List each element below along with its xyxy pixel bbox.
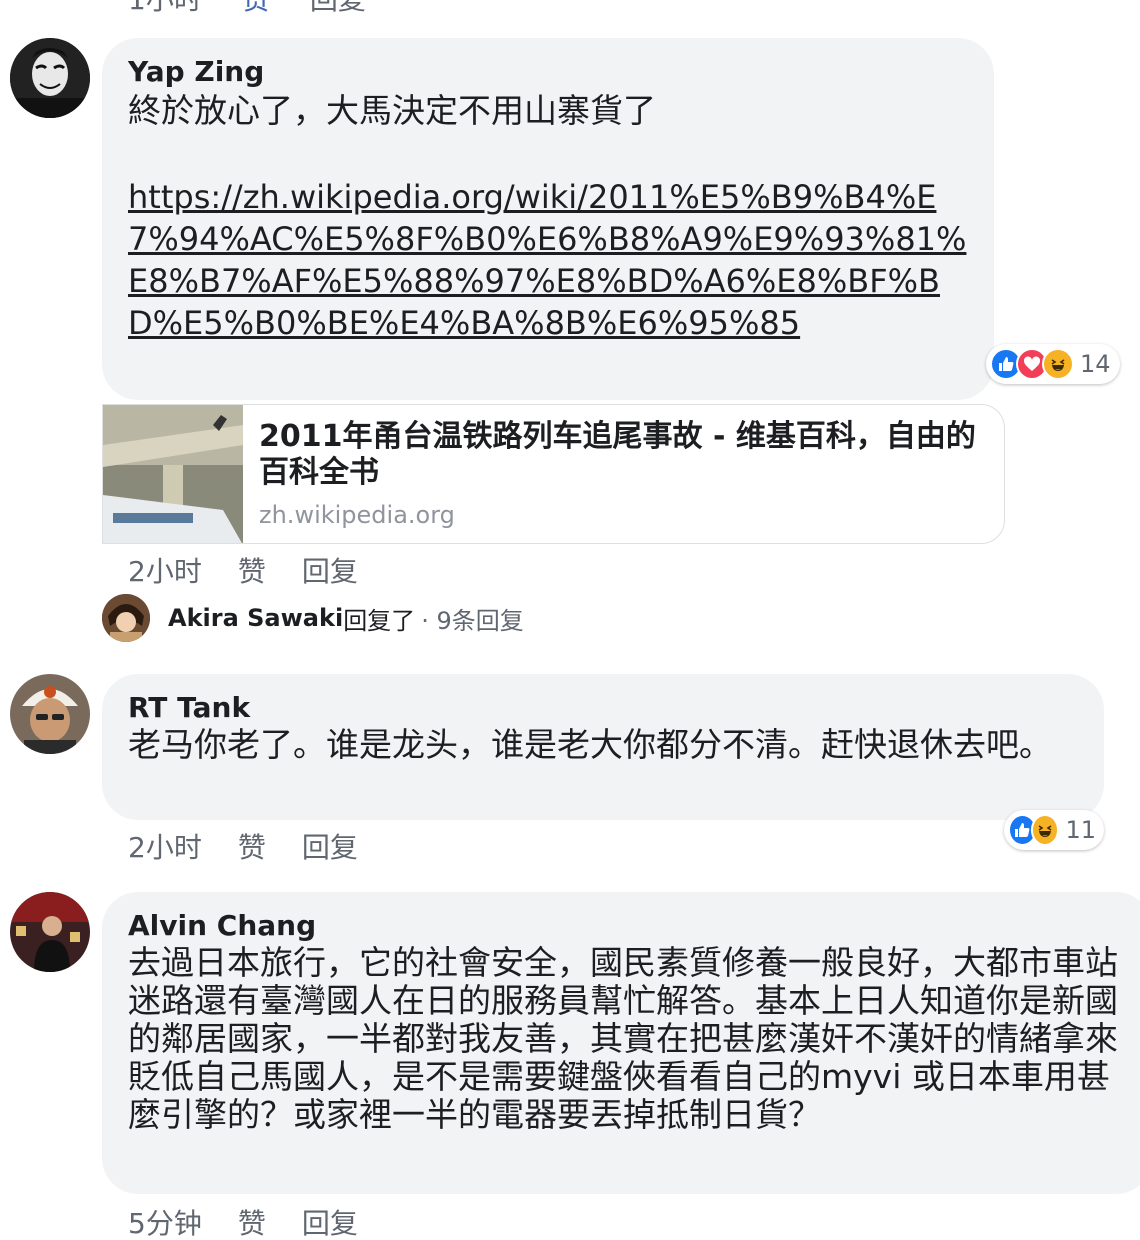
avatar[interactable]	[10, 38, 90, 118]
comment-actions: 2小时 赞 回复	[128, 550, 358, 590]
reaction-summary[interactable]: 11	[1004, 810, 1104, 850]
avatar-mask-image	[10, 38, 90, 118]
link-preview-domain: zh.wikipedia.org	[259, 501, 455, 529]
previous-reply-button[interactable]: 回复	[310, 0, 366, 18]
comment-text: 終於放心了，大馬決定不用山寨貨了	[128, 91, 656, 130]
comment-actions: 5分钟 赞 回复	[128, 1202, 358, 1240]
reply-button[interactable]: 回复	[302, 1202, 358, 1240]
reply-button[interactable]: 回复	[302, 550, 358, 590]
previous-comment-time: 1小时	[128, 0, 202, 18]
reaction-count: 11	[1065, 816, 1096, 844]
reply-verb: 回复了	[343, 606, 416, 635]
reaction-count: 14	[1080, 350, 1111, 378]
comment-time[interactable]: 5分钟	[128, 1202, 202, 1240]
comment-time[interactable]: 2小时	[128, 826, 202, 866]
reply-button[interactable]: 回复	[302, 826, 358, 866]
link-preview-image	[103, 405, 243, 543]
previous-comment-actions: 1小时 赞 回复	[128, 0, 366, 18]
avatar-photo	[10, 892, 90, 972]
comment-author[interactable]: Alvin Chang	[128, 909, 316, 942]
avatar[interactable]	[10, 892, 90, 972]
link-preview-title[interactable]: 2011年甬台温铁路列车追尾事故 - 维基百科，自由的百科全书	[259, 419, 989, 491]
reaction-summary[interactable]: 14	[986, 344, 1120, 384]
comment-link[interactable]: https://zh.wikipedia.org/wiki/2011%E5%B9…	[128, 176, 973, 344]
comment-author[interactable]: RT Tank	[128, 691, 250, 724]
comment-time[interactable]: 2小时	[128, 550, 202, 590]
reply-author[interactable]: Akira Sawaki	[168, 604, 343, 632]
like-button[interactable]: 赞	[238, 1202, 266, 1240]
comment-text: 去過日本旅行，它的社會安全，國民素質修養一般良好，大都市車站迷路還有臺灣國人在日…	[128, 943, 1118, 1134]
view-replies-link[interactable]: Akira Sawaki 回复了 · 9条回复	[102, 594, 524, 642]
link-preview-card[interactable]: 2011年甬台温铁路列车追尾事故 - 维基百科，自由的百科全书 zh.wikip…	[102, 404, 1005, 544]
comment-author[interactable]: Yap Zing	[128, 55, 264, 88]
comment-text: 老马你老了。谁是龙头，谁是老大你都分不清。赶快退休去吧。	[128, 725, 1052, 764]
avatar[interactable]	[10, 674, 90, 754]
comment-actions: 2小时 赞 回复	[128, 826, 358, 866]
like-button[interactable]: 赞	[238, 826, 266, 866]
avatar-photo	[10, 674, 90, 754]
reply-avatar	[102, 594, 150, 642]
haha-icon	[1030, 814, 1060, 846]
reply-count[interactable]: · 9条回复	[421, 601, 524, 636]
haha-icon	[1042, 348, 1074, 380]
previous-like-button[interactable]: 赞	[242, 0, 270, 18]
like-button[interactable]: 赞	[238, 550, 266, 590]
